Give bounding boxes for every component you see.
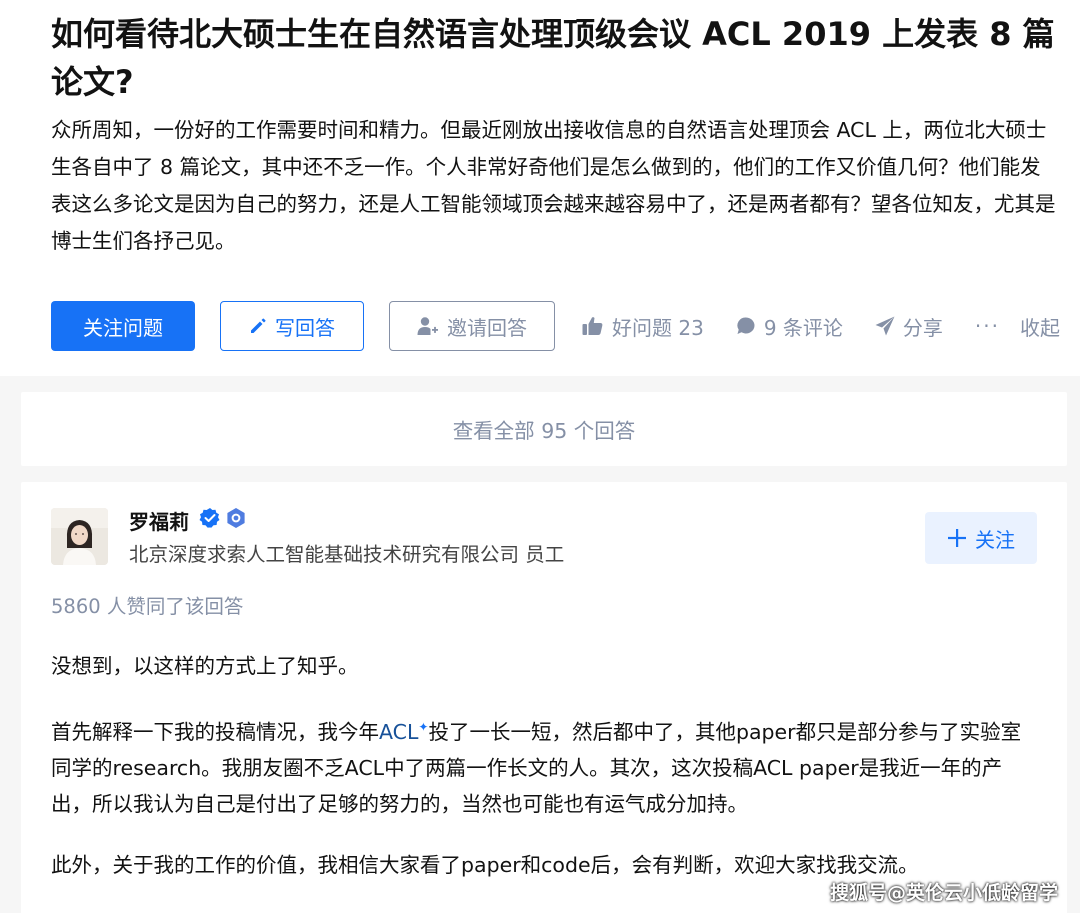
answer-paragraph: 首先解释一下我的投稿情况，我今年ACL✦投了一长一短，然后都中了，其他paper… (51, 709, 1041, 822)
answer-card: 罗福莉 北京深度求索人工智能基础技术研究有限公司 员工 关注 5860 人赞同了… (21, 482, 1067, 913)
vote-count: 5860 人赞同了该回答 (51, 595, 244, 618)
sparkle-icon: ✦ (418, 720, 429, 734)
paper-plane-icon (875, 316, 895, 336)
author-badges (199, 507, 247, 534)
pencil-icon (249, 317, 267, 335)
view-all-answers-button[interactable]: 查看全部 95 个回答 (21, 392, 1067, 466)
follow-author-label: 关注 (975, 527, 1015, 552)
author-name[interactable]: 罗福莉 (129, 506, 247, 535)
question-card: 如何看待北大硕士生在自然语言处理顶级会议 ACL 2019 上发表 8 篇论文?… (0, 0, 1080, 376)
answer-paragraph: 没想到，以这样的方式上了知乎。 (51, 654, 359, 678)
invite-answer-label: 邀请回答 (447, 315, 527, 340)
good-question-label: 好问题 23 (612, 315, 704, 340)
share-button[interactable]: 分享 (875, 312, 943, 341)
thumbs-up-icon (582, 316, 604, 336)
keyword-link-text: ACL (379, 719, 419, 744)
answer-text: 首先解释一下我的投稿情况，我今年 (51, 719, 379, 744)
question-actions: 关注问题 写回答 邀请回答 好问题 23 9 条评论 分享 ··· 收起 (51, 301, 1080, 351)
answer-content: 没想到，以这样的方式上了知乎。 首先解释一下我的投稿情况，我今年ACL✦投了一长… (51, 648, 1041, 908)
good-question-button[interactable]: 好问题 23 (582, 312, 704, 341)
keyword-link[interactable]: ACL✦ (379, 720, 428, 744)
more-button[interactable]: ··· (975, 314, 1000, 338)
watermark: 搜狐号@英伦云小低龄留学 (829, 882, 1058, 904)
share-label: 分享 (902, 315, 943, 340)
collapse-button[interactable]: 收起 (1020, 312, 1060, 341)
verified-badge-icon (199, 507, 221, 534)
plus-icon (947, 528, 967, 548)
question-detail: 众所周知，一份好的工作需要时间和精力。但最近刚放出接收信息的自然语言处理顶会 A… (51, 118, 1056, 253)
write-answer-button[interactable]: 写回答 (220, 301, 364, 351)
invite-answer-button[interactable]: 邀请回答 (389, 301, 555, 351)
add-user-icon (417, 316, 439, 336)
write-answer-label: 写回答 (275, 315, 335, 340)
avatar[interactable] (51, 508, 108, 565)
follow-author-button[interactable]: 关注 (925, 512, 1037, 564)
comment-icon (736, 316, 756, 336)
question-title: 如何看待北大硕士生在自然语言处理顶级会议 ACL 2019 上发表 8 篇论文? (51, 15, 1055, 101)
author-bio: 北京深度求索人工智能基础技术研究有限公司 员工 (129, 543, 565, 566)
author-name-text: 罗福莉 (129, 510, 189, 534)
comments-label: 9 条评论 (763, 315, 843, 340)
comments-button[interactable]: 9 条评论 (736, 312, 843, 341)
follow-question-button[interactable]: 关注问题 (51, 301, 195, 351)
gear-badge-icon (225, 507, 247, 534)
